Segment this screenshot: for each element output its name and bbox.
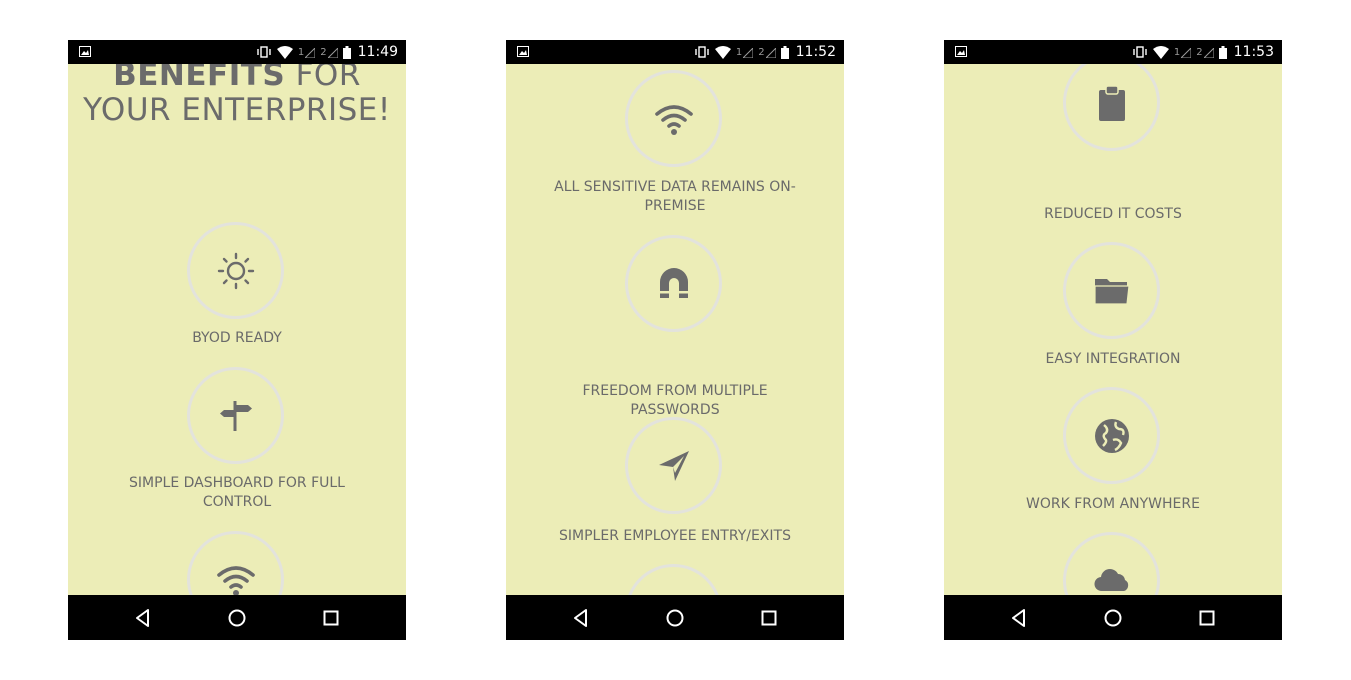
app-content[interactable]: BENEFITS FOR YOUR ENTERPRISE! BYOD READY bbox=[68, 64, 406, 595]
feature-label: ALL SENSITIVE DATA REMAINS ON-PREMISE bbox=[554, 179, 796, 214]
navigation-bar bbox=[68, 595, 406, 640]
page-title-bold: BENEFITS bbox=[113, 64, 286, 93]
status-time: 11:53 bbox=[1233, 44, 1274, 60]
folder-icon bbox=[1093, 278, 1130, 305]
entry-exits-feature-circle[interactable] bbox=[625, 417, 722, 514]
wifi-signal-icon bbox=[1152, 45, 1169, 59]
navigation-arrow-icon bbox=[658, 450, 689, 481]
wifi-signal-icon bbox=[714, 45, 731, 59]
phone-screen-1: 1 2 11:49 BENEFITS FOR YOUR ENTERPRISE! … bbox=[68, 40, 406, 640]
integration-feature-circle[interactable] bbox=[1063, 242, 1160, 339]
sim2-signal: 2 bbox=[1196, 46, 1214, 58]
app-content[interactable]: REDUCED IT COSTS EASY INTEGRATION WORK F… bbox=[944, 64, 1282, 595]
feature-label: BYOD READY bbox=[192, 330, 282, 346]
sim1-label: 1 bbox=[1173, 46, 1181, 58]
sim1-signal: 1 bbox=[735, 46, 754, 58]
page-title: BENEFITS FOR YOUR ENTERPRISE! bbox=[68, 64, 406, 128]
gallery-notification-icon bbox=[955, 46, 967, 57]
cloud-feature-circle[interactable] bbox=[1063, 532, 1160, 595]
feature-label: FREEDOM FROM MULTIPLE PASSWORDS bbox=[582, 383, 768, 418]
sun-icon bbox=[217, 252, 254, 289]
passwords-feature-circle[interactable] bbox=[625, 235, 722, 332]
battery-icon bbox=[342, 45, 351, 59]
recent-apps-icon[interactable] bbox=[320, 607, 342, 629]
wifi-signal-icon bbox=[276, 45, 293, 59]
home-icon[interactable] bbox=[1102, 607, 1124, 629]
signpost-icon bbox=[219, 400, 252, 431]
sim2-label: 2 bbox=[320, 46, 327, 58]
feature-label: SIMPLE DASHBOARD FOR FULL CONTROL bbox=[129, 475, 345, 510]
sim2-label: 2 bbox=[758, 46, 765, 58]
sim2-signal: 2 bbox=[320, 46, 338, 58]
battery-icon bbox=[780, 45, 789, 59]
anywhere-feature-circle[interactable] bbox=[1063, 387, 1160, 484]
wifi-icon bbox=[216, 565, 255, 595]
feature-label: EASY INTEGRATION bbox=[1045, 351, 1181, 367]
clipboard-icon bbox=[1098, 84, 1125, 121]
wifi-feature-circle[interactable] bbox=[187, 531, 284, 595]
sim2-label: 2 bbox=[1196, 46, 1203, 58]
clipboard-feature-circle[interactable] bbox=[625, 564, 722, 595]
sim2-signal: 2 bbox=[758, 46, 776, 58]
feature-label: WORK FROM ANYWHERE bbox=[1026, 496, 1200, 512]
vibrate-icon bbox=[257, 46, 271, 58]
feature-label: REDUCED IT COSTS bbox=[1044, 206, 1182, 222]
it-costs-feature-circle[interactable] bbox=[1063, 64, 1160, 151]
navigation-bar bbox=[506, 595, 844, 640]
sim1-label: 1 bbox=[297, 46, 305, 58]
recent-apps-icon[interactable] bbox=[758, 607, 780, 629]
app-content[interactable]: ALL SENSITIVE DATA REMAINS ON-PREMISE FR… bbox=[506, 64, 844, 595]
home-icon[interactable] bbox=[664, 607, 686, 629]
status-bar: 1 2 11:53 bbox=[944, 40, 1282, 64]
recent-apps-icon[interactable] bbox=[1196, 607, 1218, 629]
sim1-signal: 1 bbox=[1173, 46, 1192, 58]
dashboard-feature-circle[interactable] bbox=[187, 367, 284, 464]
gallery-notification-icon bbox=[79, 46, 91, 57]
globe-icon bbox=[1094, 418, 1129, 453]
magnet-icon bbox=[659, 267, 688, 298]
phone-screen-2: 1 2 11:52 ALL SENSITIVE DATA REMAINS ON-… bbox=[506, 40, 844, 640]
navigation-bar bbox=[944, 595, 1282, 640]
status-time: 11:52 bbox=[795, 44, 836, 60]
onpremise-feature-circle[interactable] bbox=[625, 70, 722, 167]
gallery-notification-icon bbox=[517, 46, 529, 57]
sim1-signal: 1 bbox=[297, 46, 316, 58]
battery-icon bbox=[1218, 45, 1227, 59]
home-icon[interactable] bbox=[226, 607, 248, 629]
feature-label: SIMPLER EMPLOYEE ENTRY/EXITS bbox=[559, 528, 791, 544]
status-time: 11:49 bbox=[357, 44, 398, 60]
back-icon[interactable] bbox=[1008, 607, 1030, 629]
status-bar: 1 2 11:49 bbox=[68, 40, 406, 64]
sim1-label: 1 bbox=[735, 46, 743, 58]
wifi-icon bbox=[654, 104, 693, 135]
phone-screen-3: 1 2 11:53 REDUCED IT COSTS EASY INTEGRAT… bbox=[944, 40, 1282, 640]
vibrate-icon bbox=[695, 46, 709, 58]
vibrate-icon bbox=[1133, 46, 1147, 58]
byod-feature-circle[interactable] bbox=[187, 222, 284, 319]
status-bar: 1 2 11:52 bbox=[506, 40, 844, 64]
cloud-icon bbox=[1093, 568, 1128, 591]
back-icon[interactable] bbox=[132, 607, 154, 629]
back-icon[interactable] bbox=[570, 607, 592, 629]
